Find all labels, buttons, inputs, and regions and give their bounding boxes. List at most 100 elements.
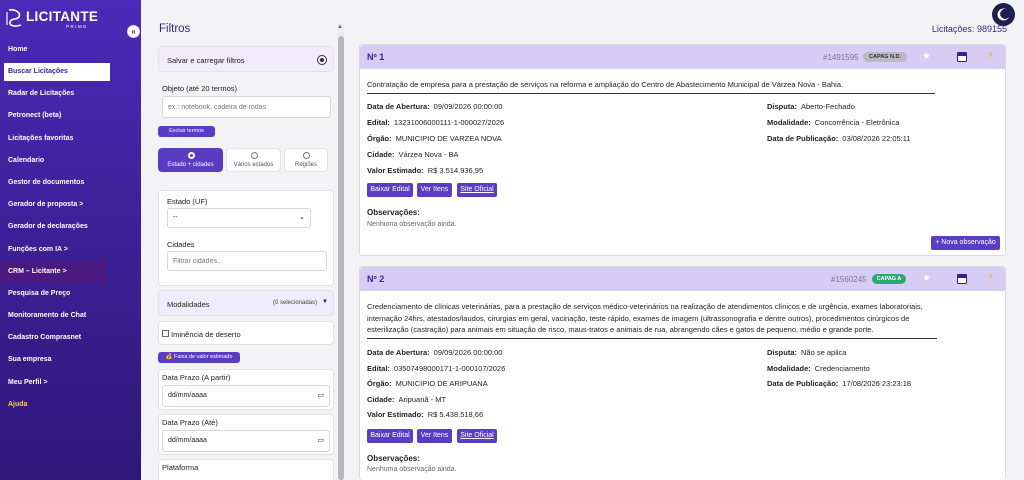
prazo-fim-value: dd/mm/aaaa — [168, 437, 207, 444]
prazo-inicio-date[interactable]: dd/mm/aaaa ▭ — [162, 385, 330, 407]
disputa-row: Disputa: Aberto-Fechado — [767, 102, 855, 111]
card-number: Nº 1 — [367, 52, 385, 62]
sidebar-item-empresa[interactable]: Sua empresa — [0, 349, 141, 371]
prazo-fim-date[interactable]: dd/mm/aaaa ▭ — [162, 430, 330, 452]
save-load-filters[interactable]: Salvar e carregar filtros — [158, 46, 334, 72]
scope-label-estado: Estado + cidades — [167, 162, 214, 168]
orgao-row: Órgão: MUNICIPIO DE ARIPUANA — [367, 379, 488, 388]
results-count-value: 989155 — [976, 24, 1007, 34]
modalidade-row: Modalidade: Credenciamento — [767, 364, 870, 373]
sidebar-item-perfil[interactable]: Meu Perfil > — [0, 372, 141, 394]
valor-row: Valor Estimado: R$ 3.514.936,95 — [367, 166, 484, 175]
valor-row: Valor Estimado: R$ 5.438.518,66 — [367, 410, 484, 419]
moon-icon — [997, 8, 1009, 21]
baixar-edital-button[interactable]: Baixar Edital — [367, 429, 413, 443]
sidebar-item-comprasnet[interactable]: Cadastro Comprasnet — [0, 327, 141, 349]
location-box: Estado (UF) -- ⌄ Cidades — [158, 190, 334, 286]
card-number: Nº 2 — [367, 274, 385, 284]
scope-radio-regioes[interactable] — [303, 152, 310, 159]
nova-observacao-button[interactable]: + Nova observação — [931, 236, 1000, 250]
sidebar-item-buscar-licitacoes[interactable]: Buscar Licitações — [4, 63, 110, 82]
iminencia-box: Iminência de deserto — [158, 321, 334, 345]
sidebar-item-ajuda[interactable]: Ajuda — [0, 394, 141, 416]
lightning-icon[interactable]: ⚡ — [987, 50, 994, 61]
modalidade-row: Modalidade: Concorrência - Eletrônica — [767, 118, 900, 127]
observacoes-label: Observações: — [367, 208, 420, 217]
collapse-sidebar-button[interactable]: « — [127, 25, 140, 38]
calendar-icon[interactable]: ▭ — [317, 431, 324, 451]
scope-varios-estados[interactable]: Vários estados — [226, 148, 281, 172]
brand-logo[interactable]: LICITANTE PRIME — [6, 8, 116, 30]
calendar-add-icon[interactable] — [957, 274, 967, 284]
dark-mode-toggle[interactable] — [992, 3, 1015, 26]
sidebar-item-favoritas[interactable]: Licitações favoritas — [0, 128, 141, 150]
sidebar-item-ia[interactable]: Funções com IA > — [0, 239, 141, 261]
faixa-valor-button[interactable]: 💰 Faixa de valor estimado — [158, 352, 240, 363]
brand-name: LICITANTE — [26, 9, 99, 24]
filters-scroll-thumb[interactable] — [338, 36, 344, 480]
baixar-edital-button[interactable]: Baixar Edital — [367, 183, 413, 197]
prazo-fim-label: Data Prazo (Até) — [162, 418, 218, 427]
observacoes-label: Observações: — [367, 454, 420, 463]
calendar-add-icon[interactable] — [957, 52, 967, 62]
edital-row: Edital: 03507498000171-1-000107/2026 — [367, 364, 506, 373]
scope-radio-estado[interactable] — [188, 152, 195, 159]
brand-sub: PRIME — [66, 24, 88, 29]
disputa-row: Disputa: Não se aplica — [767, 348, 847, 357]
sidebar-item-crm[interactable]: CRM – Licitante > — [0, 260, 106, 283]
sidebar-item-calendario[interactable]: Calendario — [0, 150, 141, 172]
capag-badge: CAPAG A — [872, 274, 906, 284]
scope-label-varios: Vários estados — [233, 162, 274, 168]
ver-itens-button[interactable]: Ver Itens — [417, 429, 452, 443]
ver-itens-button[interactable]: Ver Itens — [417, 183, 452, 197]
results-count: Licitações: 989155 — [932, 24, 1007, 34]
card-objeto: Credenciamento de clínicas veterinárias,… — [367, 301, 937, 339]
scope-regioes[interactable]: Regiões — [284, 148, 328, 172]
capag-badge: CAPAG N.D. — [863, 52, 907, 62]
sidebar-item-chat[interactable]: Monitoramento de Chat — [0, 305, 141, 327]
site-oficial-button[interactable]: Site Oficial — [457, 429, 497, 443]
abertura-row: Data de Abertura: 09/09/2026 00:00:00 — [367, 348, 503, 357]
estado-label: Estado (UF) — [167, 197, 208, 206]
prazo-inicio-value: dd/mm/aaaa — [168, 392, 207, 399]
prazo-inicio-label: Data Prazo (A partir) — [162, 373, 231, 382]
publicacao-row: Data de Publicação: 17/08/2026 23:23:18 — [767, 379, 912, 388]
card-id: #1491595 — [823, 53, 859, 62]
save-load-label: Salvar e carregar filtros — [167, 56, 245, 65]
lightning-icon[interactable]: ⚡ — [987, 272, 994, 283]
sidebar-item-pesquisa-preco[interactable]: Pesquisa de Preço — [0, 283, 141, 305]
observacoes-text: Nenhuma observação ainda. — [367, 466, 457, 473]
edital-row: Edital: 13231006000111-1-000027/2026 — [367, 118, 505, 127]
cidade-row: Cidade: Aripuanã - MT — [367, 395, 447, 404]
favorite-star-icon[interactable]: ★ — [922, 273, 931, 284]
sidebar-item-documentos[interactable]: Gestor de documentos — [0, 172, 141, 194]
save-load-toggle-icon[interactable] — [317, 55, 327, 65]
results-count-label: Licitações: — [931, 24, 975, 34]
cidades-label: Cidades — [167, 240, 195, 249]
scroll-up-icon[interactable]: ▲ — [337, 24, 343, 30]
iminencia-checkbox[interactable] — [162, 330, 169, 337]
cidades-filter-input[interactable] — [167, 251, 327, 271]
sidebar-item-radar[interactable]: Radar de Licitações — [0, 83, 141, 105]
modalidades-count: (0 selecionadas) — [273, 300, 318, 306]
estado-select[interactable]: -- ⌄ — [167, 208, 311, 228]
licitacao-card: Nº 2 #1560245 CAPAG A ★ ⚡ Credenciamento… — [359, 266, 1006, 480]
favorite-star-icon[interactable]: ★ — [922, 51, 931, 62]
excluir-termos-button[interactable]: Excluir termos — [158, 126, 215, 137]
calendar-icon[interactable]: ▭ — [317, 386, 324, 406]
filters-title: Filtros — [159, 23, 191, 35]
sidebar-item-petronect[interactable]: Petronect (beta) — [0, 105, 141, 127]
card-header: Nº 1 #1491595 CAPAG N.D. ★ ⚡ — [360, 45, 1005, 69]
iminencia-label: Iminência de deserto — [171, 330, 241, 339]
site-oficial-button[interactable]: Site Oficial — [457, 183, 497, 197]
chevron-down-icon: ⌄ — [299, 214, 305, 221]
scope-radio-varios[interactable] — [251, 152, 258, 159]
scope-estado-cidades[interactable]: Estado + cidades — [158, 148, 223, 172]
sidebar-item-proposta[interactable]: Gerador de proposta > — [0, 194, 141, 216]
sidebar-item-home[interactable]: Home — [0, 39, 141, 61]
observacoes-text: Nenhuma observação ainda. — [367, 221, 457, 228]
modalidades-dropdown[interactable]: Modalidades (0 selecionadas) ▼ — [158, 290, 334, 316]
objeto-input[interactable] — [162, 96, 331, 118]
sidebar-item-declaracoes[interactable]: Gerador de declarações — [0, 216, 141, 238]
abertura-row: Data de Abertura: 09/09/2026 00:00:00 — [367, 102, 503, 111]
